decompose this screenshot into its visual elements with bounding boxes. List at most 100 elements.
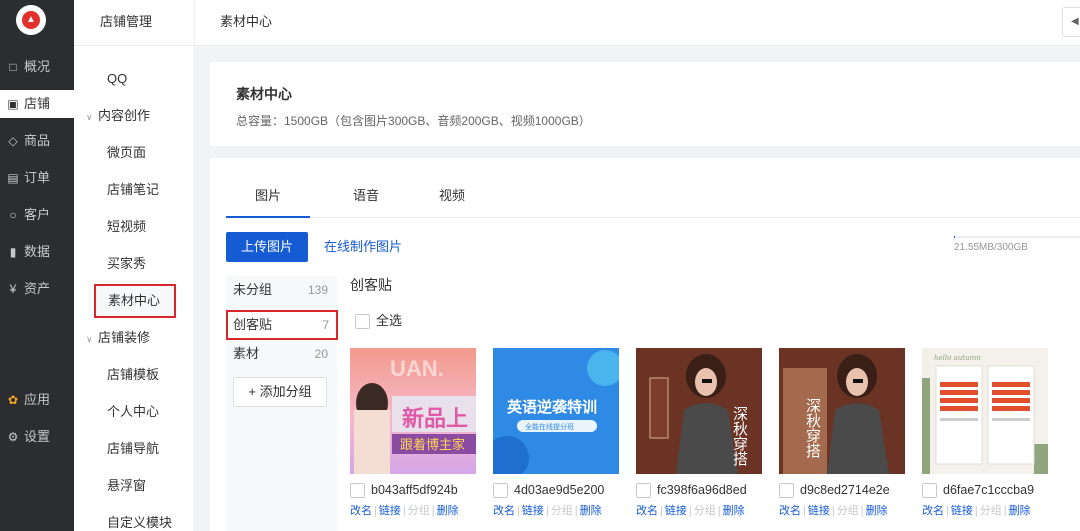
rename-link[interactable]: 改名 bbox=[493, 505, 515, 517]
sub-item-short-video[interactable]: 短视频 bbox=[74, 213, 195, 241]
sub-item-buyer-show[interactable]: 买家秀 bbox=[74, 250, 195, 278]
nav-item-customers[interactable]: ○ 客户 bbox=[0, 201, 74, 229]
chart-icon: ▮ bbox=[9, 245, 17, 259]
online-make-image-link[interactable]: 在线制作图片 bbox=[324, 232, 402, 262]
shop-icon: ▣ bbox=[7, 97, 19, 111]
sub-item-notes[interactable]: 店铺笔记 bbox=[74, 176, 195, 204]
tab-images[interactable]: 图片 bbox=[226, 180, 310, 218]
image-thumbnail[interactable]: UAN. 新品上 跟着博主家 bbox=[350, 348, 476, 474]
tag-icon: ◇ bbox=[8, 134, 18, 148]
sub-item-micro-page[interactable]: 微页面 bbox=[74, 139, 195, 167]
image-checkbox[interactable] bbox=[350, 483, 365, 499]
image-item: d6fae7c1cccba9 bbox=[922, 482, 1035, 499]
image-filename: d9c8ed2714e2e bbox=[800, 483, 890, 497]
order-icon: ▤ bbox=[7, 171, 19, 185]
image-item: fc398f6a96d8ed bbox=[636, 482, 747, 499]
sub-item-float-window[interactable]: 悬浮窗 bbox=[74, 472, 195, 500]
rename-link[interactable]: 改名 bbox=[636, 505, 658, 517]
sub-group-label: 内容创作 bbox=[98, 108, 151, 123]
nav-label: 资产 bbox=[24, 281, 51, 296]
sub-group-content[interactable]: ∨ 内容创作 bbox=[74, 102, 195, 130]
tab-video[interactable]: 视频 bbox=[428, 180, 476, 218]
image-actions: 改名 | 链接 | 分组 | 删除 bbox=[350, 505, 459, 517]
group-link[interactable]: 分组 bbox=[980, 505, 1002, 517]
rename-link[interactable]: 改名 bbox=[922, 505, 944, 517]
nav-label: 店铺 bbox=[24, 96, 51, 111]
delete-link[interactable]: 删除 bbox=[580, 505, 602, 517]
nav-item-apps[interactable]: ✿ 应用 bbox=[0, 386, 74, 414]
sub-group-decoration[interactable]: ∨ 店铺装修 bbox=[74, 324, 195, 352]
group-item-material[interactable]: 素材 20 bbox=[226, 340, 337, 368]
secondary-nav: 店铺管理 QQ ∨ 内容创作 微页面 店铺笔记 短视频 买家秀 素材中心 ∨ 店铺装… bbox=[74, 0, 195, 531]
storage-fill bbox=[954, 236, 955, 238]
group-item-ungrouped[interactable]: 未分组 139 bbox=[226, 276, 337, 304]
image-filename: b043aff5df924b bbox=[371, 483, 458, 497]
rename-link[interactable]: 改名 bbox=[350, 505, 372, 517]
thumbnail-art: UAN. 新品上 跟着博主家 bbox=[354, 356, 476, 474]
nav-label: 设置 bbox=[24, 429, 51, 444]
image-filename: d6fae7c1cccba9 bbox=[943, 483, 1035, 497]
image-checkbox[interactable] bbox=[636, 483, 651, 499]
group-link[interactable]: 分组 bbox=[551, 505, 573, 517]
delete-link[interactable]: 删除 bbox=[1009, 505, 1031, 517]
chevron-down-icon: ∨ bbox=[86, 334, 93, 344]
svg-text:UAN.: UAN. bbox=[390, 356, 444, 381]
tab-audio[interactable]: 语音 bbox=[342, 180, 390, 218]
collapse-icon[interactable]: ◀ bbox=[1062, 7, 1080, 37]
delete-link[interactable]: 删除 bbox=[723, 505, 745, 517]
primary-nav: ▲ □ 概况 ▣ 店铺 ◇ 商品 ▤ 订单 ○ 客户 ▮ 数据 ¥ 资产 ✿ 应用 ⚙ 设置 bbox=[0, 0, 74, 531]
copy-link[interactable]: 链接 bbox=[522, 505, 544, 517]
image-checkbox[interactable] bbox=[493, 483, 508, 499]
overview-icon: □ bbox=[9, 60, 17, 74]
group-link[interactable]: 分组 bbox=[408, 505, 430, 517]
image-thumbnail[interactable]: 深秋穿搭 bbox=[779, 348, 905, 474]
nav-item-settings[interactable]: ⚙ 设置 bbox=[0, 423, 74, 451]
image-thumbnail[interactable]: hello autumn bbox=[922, 348, 1048, 474]
sub-item-custom-module[interactable]: 自定义模块 bbox=[74, 509, 195, 531]
logo[interactable]: ▲ bbox=[16, 5, 46, 35]
storage-usage: 21.55MB/300GB bbox=[954, 242, 1028, 253]
sub-item-navigation[interactable]: 店铺导航 bbox=[74, 435, 195, 463]
sub-item-personal[interactable]: 个人中心 bbox=[74, 398, 195, 426]
nav-item-shop[interactable]: ▣ 店铺 bbox=[0, 90, 74, 118]
sub-item-qq[interactable]: QQ bbox=[74, 65, 195, 93]
delete-link[interactable]: 删除 bbox=[866, 505, 888, 517]
copy-link[interactable]: 链接 bbox=[808, 505, 830, 517]
nav-label: 概况 bbox=[24, 59, 51, 74]
image-filename: fc398f6a96d8ed bbox=[657, 483, 747, 497]
copy-link[interactable]: 链接 bbox=[379, 505, 401, 517]
image-actions: 改名 | 链接 | 分组 | 删除 bbox=[636, 505, 745, 517]
group-name: 未分组 bbox=[233, 282, 273, 297]
select-all-checkbox[interactable] bbox=[355, 314, 370, 330]
image-thumbnail[interactable]: 英语逆袭特训 全能在线提分班 bbox=[493, 348, 619, 474]
sub-item-material-center[interactable]: 素材中心 bbox=[94, 284, 176, 318]
nav-item-assets[interactable]: ¥ 资产 bbox=[0, 275, 74, 303]
nav-label: 客户 bbox=[24, 207, 51, 222]
image-filename: 4d03ae9d5e200 bbox=[514, 483, 605, 497]
image-checkbox[interactable] bbox=[922, 483, 937, 499]
copy-link[interactable]: 链接 bbox=[665, 505, 687, 517]
nav-item-overview[interactable]: □ 概况 bbox=[0, 53, 74, 81]
add-group-button[interactable]: + 添加分组 bbox=[233, 377, 327, 407]
nav-item-orders[interactable]: ▤ 订单 bbox=[0, 164, 74, 192]
page-title: 素材中心 bbox=[236, 86, 292, 102]
group-item-chuangketie[interactable]: 创客贴 7 bbox=[226, 310, 338, 340]
image-item: 4d03ae9d5e200 bbox=[493, 482, 605, 499]
delete-link[interactable]: 删除 bbox=[437, 505, 459, 517]
group-link[interactable]: 分组 bbox=[694, 505, 716, 517]
image-actions: 改名 | 链接 | 分组 | 删除 bbox=[779, 505, 888, 517]
copy-link[interactable]: 链接 bbox=[951, 505, 973, 517]
group-link[interactable]: 分组 bbox=[837, 505, 859, 517]
image-item: d9c8ed2714e2e bbox=[779, 482, 890, 499]
thumb-text: 深秋穿搭 bbox=[804, 398, 822, 459]
sub-item-template[interactable]: 店铺模板 bbox=[74, 361, 195, 389]
nav-item-goods[interactable]: ◇ 商品 bbox=[0, 127, 74, 155]
thumb-text: 英语逆袭特训 bbox=[507, 398, 597, 416]
image-checkbox[interactable] bbox=[779, 483, 794, 499]
image-thumbnail[interactable]: 深秋穿搭 bbox=[636, 348, 762, 474]
image-actions: 改名 | 链接 | 分组 | 删除 bbox=[493, 505, 602, 517]
nav-item-data[interactable]: ▮ 数据 bbox=[0, 238, 74, 266]
upload-image-button[interactable]: 上传图片 bbox=[226, 232, 308, 262]
rename-link[interactable]: 改名 bbox=[779, 505, 801, 517]
select-all[interactable]: 全选 bbox=[355, 313, 402, 330]
